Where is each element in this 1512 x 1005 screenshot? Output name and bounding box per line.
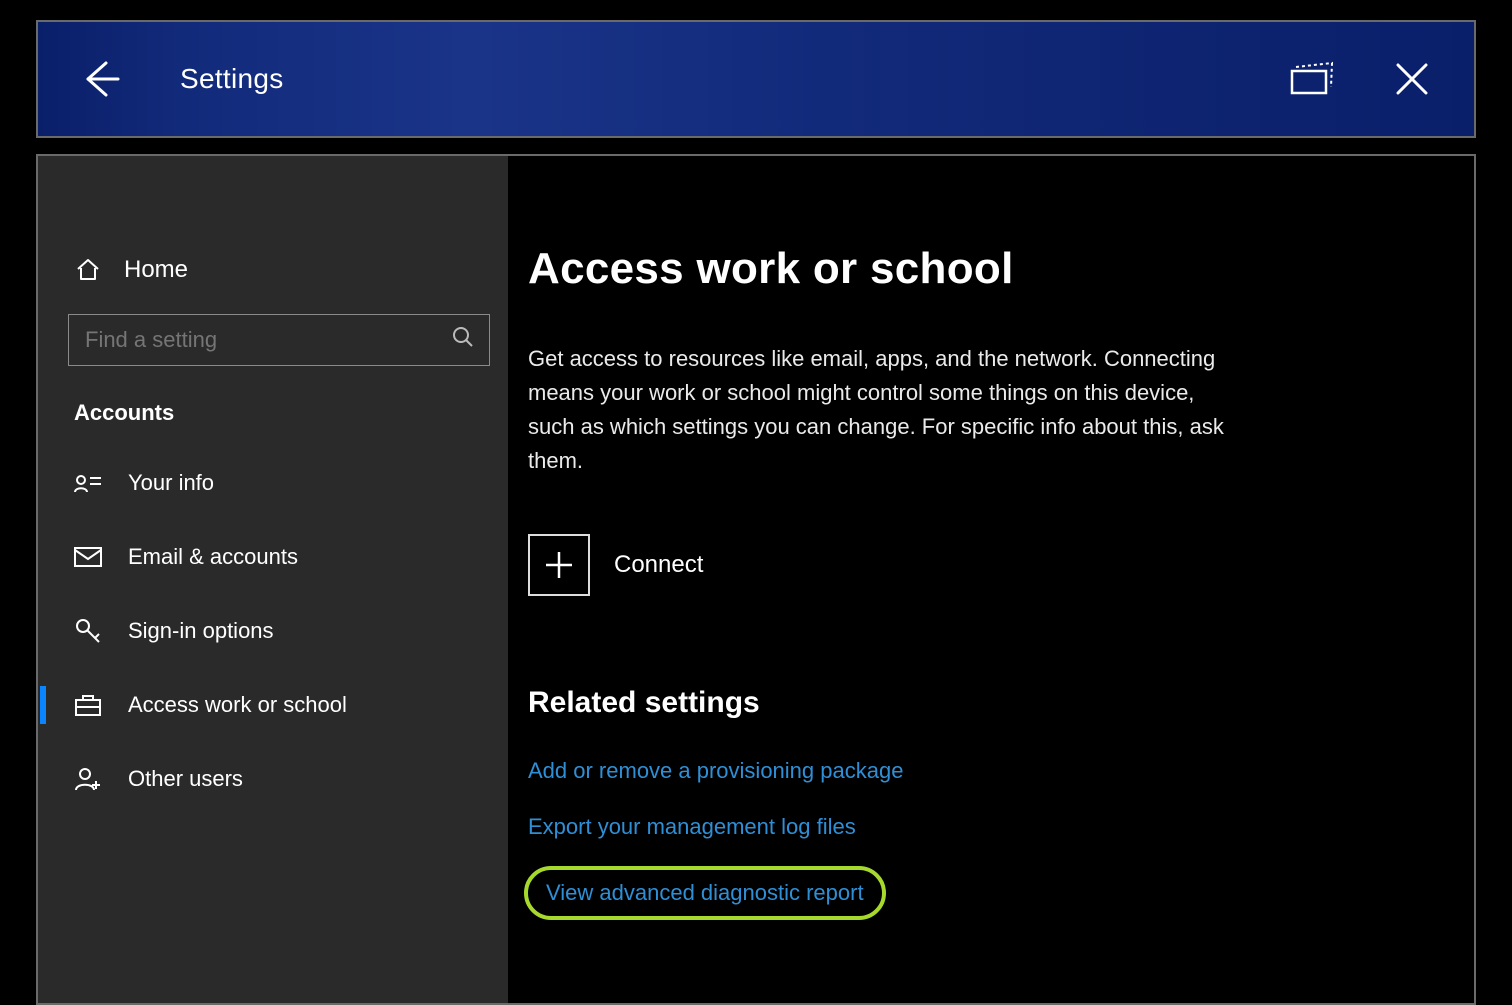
close-icon xyxy=(1394,61,1430,97)
link-diagnostic-report-label: View advanced diagnostic report xyxy=(546,880,864,905)
multitask-icon xyxy=(1290,61,1334,97)
sidebar-item-email-accounts[interactable]: Email & accounts xyxy=(38,520,508,594)
link-diagnostic-report[interactable]: View advanced diagnostic report xyxy=(528,870,882,916)
home-icon xyxy=(74,256,102,284)
content-pane: Access work or school Get access to reso… xyxy=(508,156,1474,1003)
close-button[interactable] xyxy=(1386,53,1438,105)
sidebar-home[interactable]: Home xyxy=(38,244,508,296)
connect-label: Connect xyxy=(614,551,703,579)
search-input[interactable] xyxy=(68,314,490,366)
sidebar-home-label: Home xyxy=(124,256,188,284)
related-heading: Related settings xyxy=(528,686,1414,720)
sidebar-item-your-info[interactable]: Your info xyxy=(38,446,508,520)
sidebar-item-label: Access work or school xyxy=(128,692,347,718)
plus-icon xyxy=(528,534,590,596)
connect-button[interactable]: Connect xyxy=(528,534,1414,596)
sidebar-item-label: Other users xyxy=(128,766,243,792)
multitask-button[interactable] xyxy=(1286,53,1338,105)
person-card-icon xyxy=(74,469,102,497)
briefcase-icon xyxy=(74,691,102,719)
sidebar-item-other-users[interactable]: Other users xyxy=(38,742,508,816)
related-links: Add or remove a provisioning package Exp… xyxy=(528,758,1414,916)
titlebar: Settings xyxy=(36,20,1476,138)
link-export-log-files[interactable]: Export your management log files xyxy=(528,814,856,840)
sidebar-item-access-work-school[interactable]: Access work or school xyxy=(38,668,508,742)
back-arrow-icon xyxy=(78,57,122,101)
person-plus-icon xyxy=(74,765,102,793)
sidebar-item-label: Your info xyxy=(128,470,214,496)
sidebar-item-label: Email & accounts xyxy=(128,544,298,570)
page-title: Access work or school xyxy=(528,244,1414,294)
back-button[interactable] xyxy=(74,53,126,105)
page-description: Get access to resources like email, apps… xyxy=(528,342,1228,478)
search-wrap xyxy=(38,296,508,366)
sidebar: Home Accounts xyxy=(38,156,508,1003)
settings-window: Home Accounts xyxy=(36,154,1476,1005)
sidebar-category: Accounts xyxy=(38,366,508,446)
titlebar-title: Settings xyxy=(180,63,284,95)
sidebar-item-signin-options[interactable]: Sign-in options xyxy=(38,594,508,668)
link-provisioning-package[interactable]: Add or remove a provisioning package xyxy=(528,758,903,784)
mail-icon xyxy=(74,543,102,571)
sidebar-item-label: Sign-in options xyxy=(128,618,274,644)
key-icon xyxy=(74,617,102,645)
